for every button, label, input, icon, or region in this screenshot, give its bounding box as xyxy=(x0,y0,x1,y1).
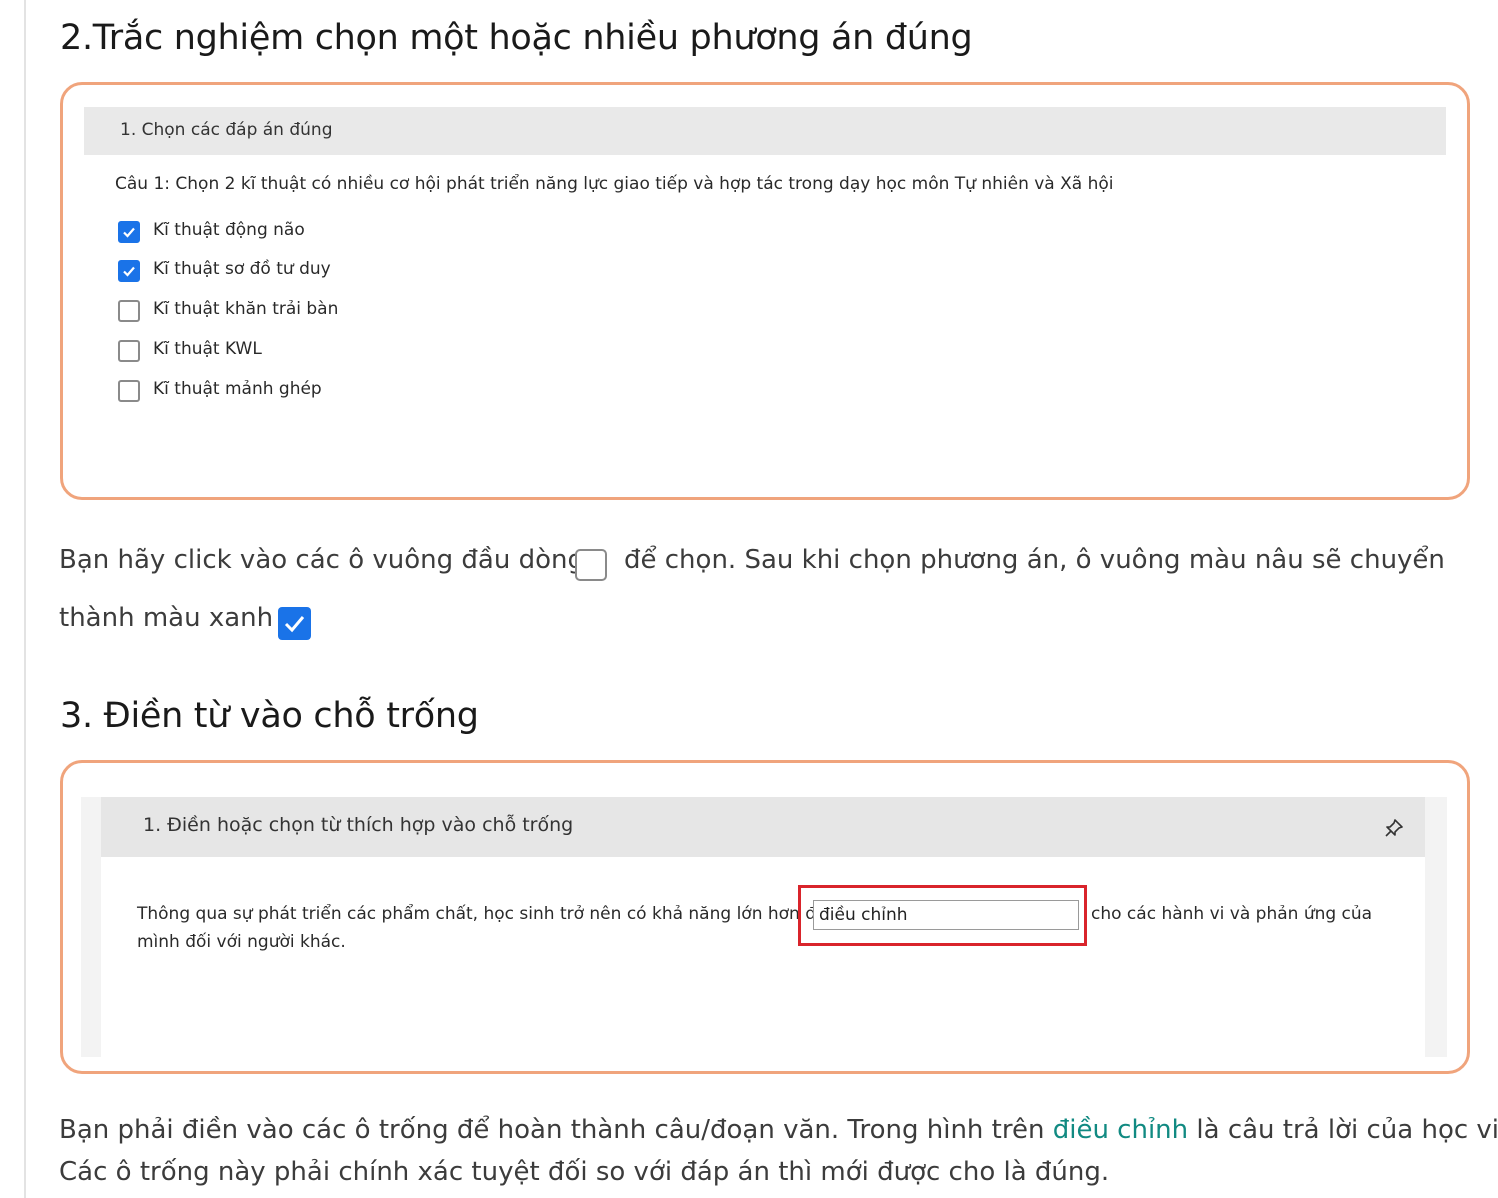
explanation-text-after: là câu trả lời của học viên. xyxy=(1196,1115,1498,1145)
instruction-text-after: để chọn. Sau khi chọn phương án, ô vuông… xyxy=(624,545,1445,575)
blank-answer-input[interactable] xyxy=(813,900,1079,930)
checkmark-icon xyxy=(123,227,135,238)
pin-icon[interactable] xyxy=(1383,817,1405,839)
answer-highlight-box xyxy=(798,885,1087,946)
sentence-text-before: Thông qua sự phát triển các phẩm chất, h… xyxy=(137,904,827,924)
sentence-text-line2: mình đối với người khác. xyxy=(137,932,346,952)
option-label: Kĩ thuật động não xyxy=(153,220,305,240)
option-label: Kĩ thuật sơ đồ tư duy xyxy=(153,259,331,279)
checkbox-checked[interactable] xyxy=(118,260,140,282)
option-label: Kĩ thuật khăn trải bàn xyxy=(153,299,339,319)
checkmark-icon xyxy=(123,266,135,277)
checkbox-unchecked[interactable] xyxy=(118,380,140,402)
fill-blank-body: Thông qua sự phát triển các phẩm chất, h… xyxy=(101,857,1425,1057)
explanation-paragraph-line1: Bạn phải điền vào các ô trống để hoàn th… xyxy=(59,1115,1498,1145)
explanation-text-before: Bạn phải điền vào các ô trống để hoàn th… xyxy=(59,1115,1045,1145)
highlighted-answer: điều chỉnh xyxy=(1052,1115,1189,1145)
instruction-paragraph-line1: Bạn hãy click vào các ô vuông đầu dòng xyxy=(59,545,584,575)
example-unchecked-box-icon xyxy=(575,549,607,581)
instruction-text-before: Bạn hãy click vào các ô vuông đầu dòng xyxy=(59,545,584,575)
quiz-header-title: 1. Chọn các đáp án đúng xyxy=(120,120,333,140)
quiz-question: Câu 1: Chọn 2 kĩ thuật có nhiều cơ hội p… xyxy=(115,174,1114,194)
instruction-paragraph-line2: thành màu xanh xyxy=(59,603,274,633)
checkbox-unchecked[interactable] xyxy=(118,300,140,322)
sentence-text-after: cho các hành vi và phản ứng của xyxy=(1091,904,1373,924)
checkbox-checked[interactable] xyxy=(118,221,140,243)
fill-blank-screenshot-frame: 1. Điền hoặc chọn từ thích hợp vào chỗ t… xyxy=(60,760,1470,1074)
quiz-header: 1. Chọn các đáp án đúng xyxy=(84,107,1446,155)
fill-blank-header-title: 1. Điền hoặc chọn từ thích hợp vào chỗ t… xyxy=(143,814,574,836)
multiple-choice-screenshot-frame: 1. Chọn các đáp án đúng Câu 1: Chọn 2 kĩ… xyxy=(60,82,1470,500)
section-2-heading: 2.Trắc nghiệm chọn một hoặc nhiều phương… xyxy=(60,18,973,58)
page-left-rule xyxy=(24,0,26,1198)
option-label: Kĩ thuật KWL xyxy=(153,339,262,359)
checkbox-unchecked[interactable] xyxy=(118,340,140,362)
fill-blank-header: 1. Điền hoặc chọn từ thích hợp vào chỗ t… xyxy=(101,797,1425,857)
example-checked-box-icon xyxy=(278,607,311,640)
option-label: Kĩ thuật mảnh ghép xyxy=(153,379,322,399)
section-3-heading: 3. Điền từ vào chỗ trống xyxy=(60,696,479,736)
explanation-paragraph-line2: Các ô trống này phải chính xác tuyệt đối… xyxy=(59,1157,1110,1187)
